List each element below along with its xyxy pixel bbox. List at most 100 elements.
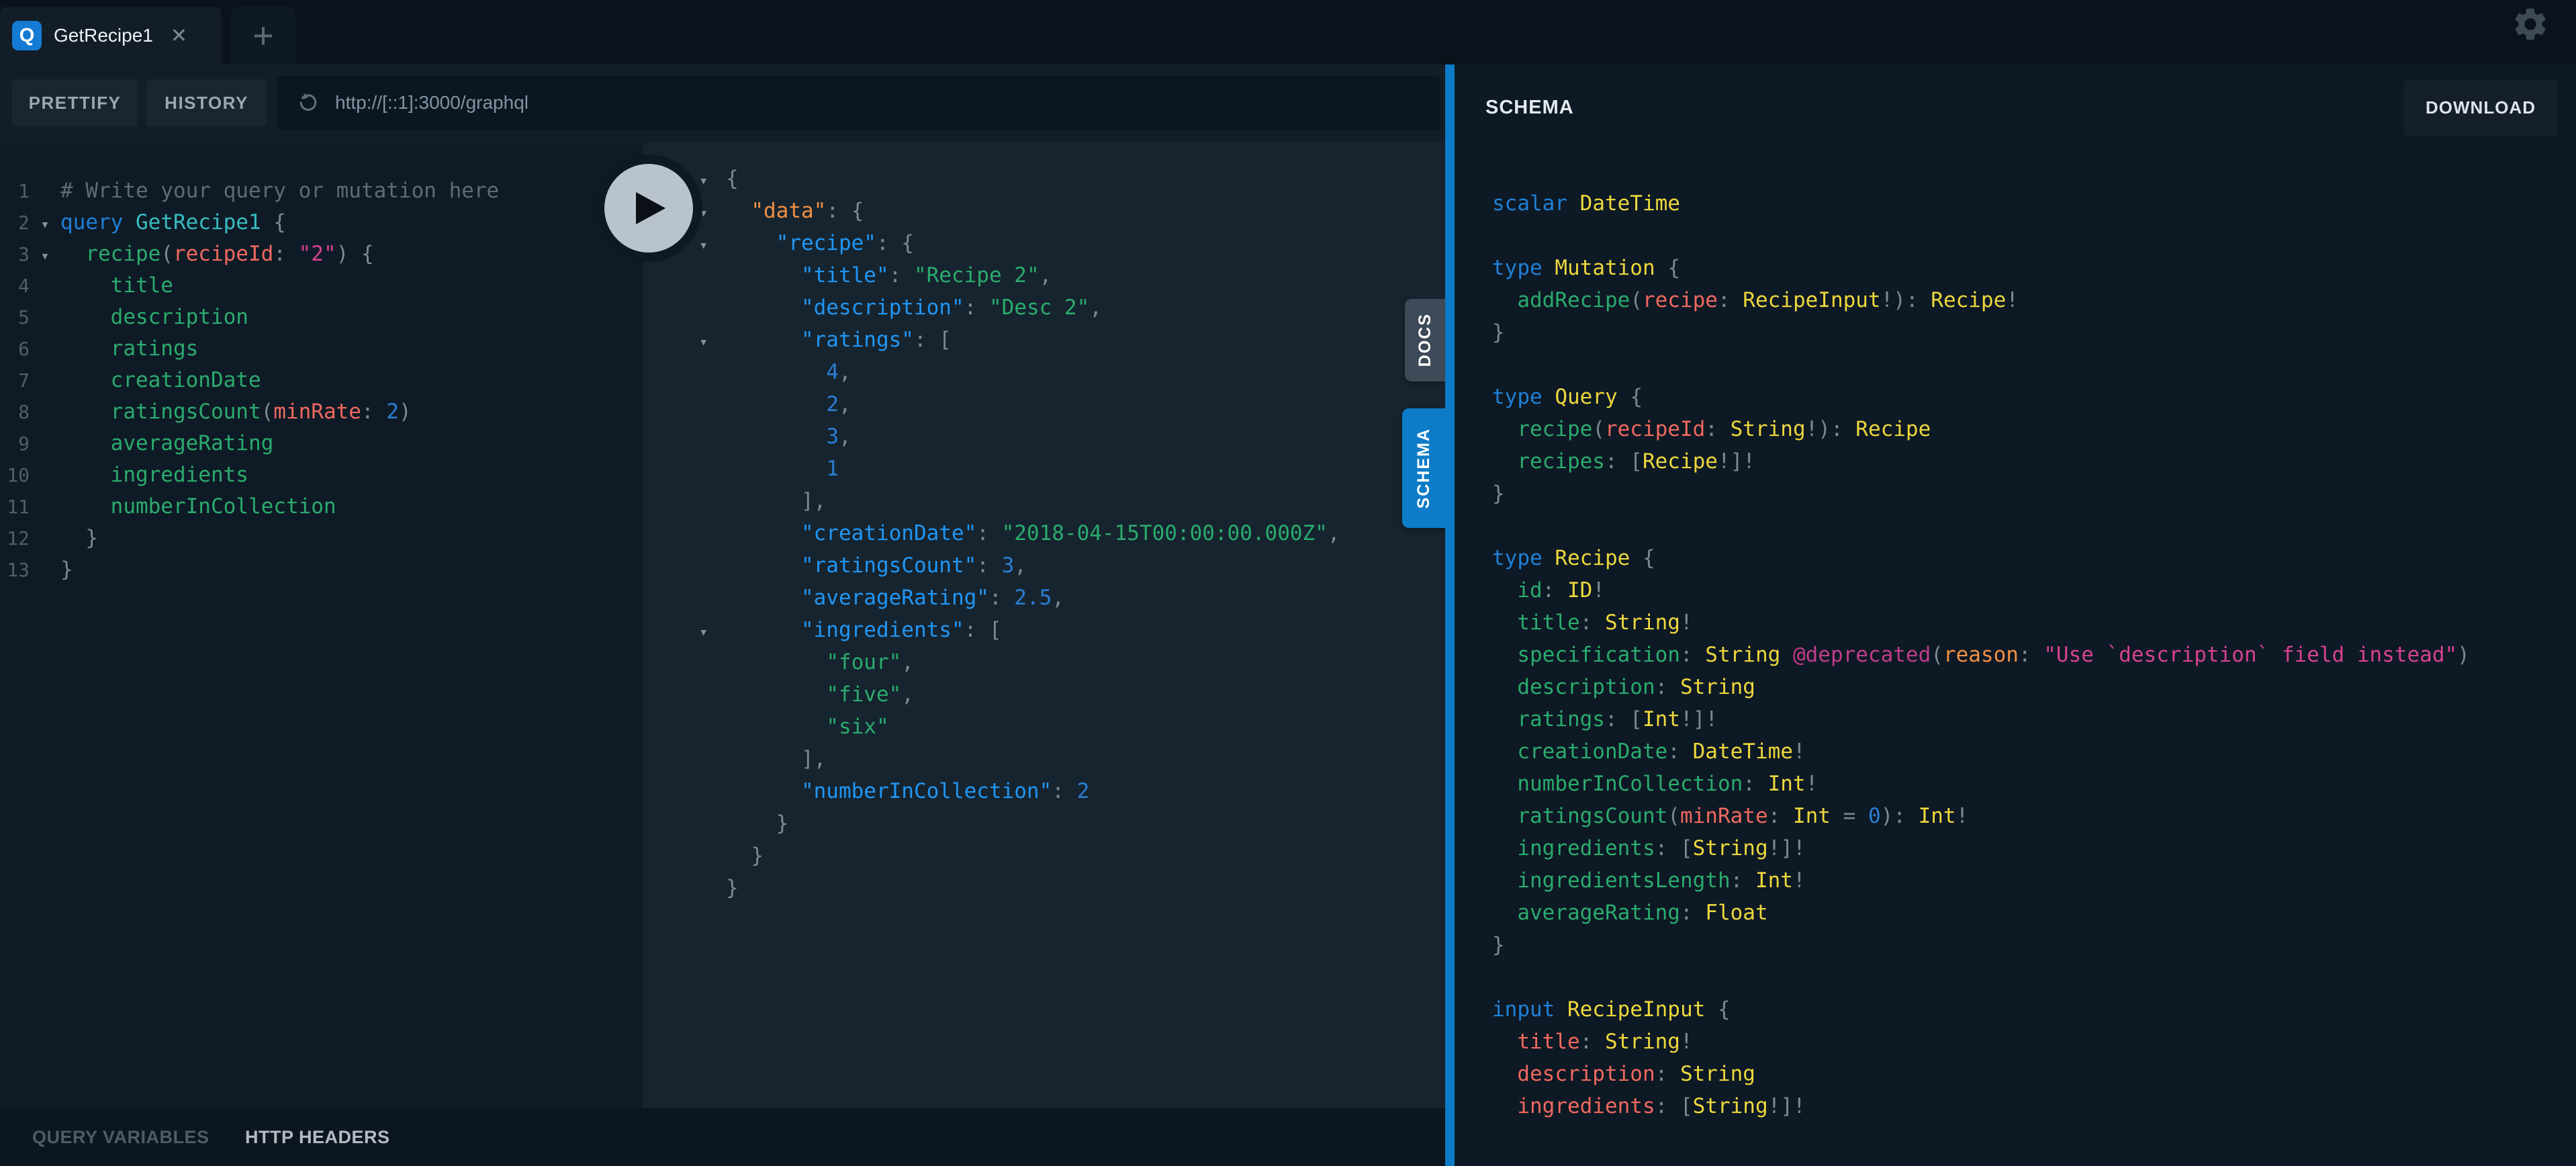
code-line: }: [643, 840, 1445, 872]
code-line: 5 description: [0, 302, 643, 333]
code-line: "title": "Recipe 2",: [643, 259, 1445, 292]
code-line: "six": [643, 711, 1445, 743]
code-line: scalar DateTime: [1492, 187, 2576, 220]
code-line: [1492, 961, 2576, 993]
code-line: type Mutation {: [1492, 252, 2576, 284]
tab-getrecipe1[interactable]: Q GetRecipe1 ✕: [0, 7, 222, 64]
code-line: }: [1492, 929, 2576, 961]
line-number: 12: [0, 523, 30, 554]
code-line: 1# Write your query or mutation here: [0, 175, 643, 207]
code-line: "creationDate": "2018-04-15T00:00:00.000…: [643, 517, 1445, 549]
code-line: "four",: [643, 646, 1445, 678]
line-number: 9: [0, 428, 30, 459]
http-headers-tab[interactable]: HTTP HEADERS: [245, 1108, 390, 1166]
code-line: description: String: [1492, 1058, 2576, 1090]
code-line: 9 averageRating: [0, 428, 643, 459]
response-pane: ▾{▾ "data": {▾ "recipe": { "title": "Rec…: [643, 142, 1445, 1108]
code-line: }: [1492, 316, 2576, 349]
schema-sdl-lines: scalar DateTime type Mutation { addRecipe…: [1455, 64, 2576, 1122]
code-line: 2,: [643, 388, 1445, 420]
code-line: creationDate: DateTime!: [1492, 735, 2576, 768]
docs-side-tab[interactable]: DOCS: [1405, 299, 1445, 382]
code-line: numberInCollection: Int!: [1492, 768, 2576, 800]
code-line: "numberInCollection": 2: [643, 775, 1445, 807]
history-button[interactable]: HISTORY: [146, 79, 267, 126]
endpoint-url: http://[::1]:3000/graphql: [335, 92, 528, 114]
code-line: addRecipe(recipe: RecipeInput!): Recipe!: [1492, 284, 2576, 316]
response-lines: ▾{▾ "data": {▾ "recipe": { "title": "Rec…: [643, 142, 1445, 904]
line-number: 5: [0, 302, 30, 333]
code-line: "description": "Desc 2",: [643, 292, 1445, 324]
fold-arrow-icon[interactable]: ▾: [30, 240, 60, 272]
fold-arrow-icon[interactable]: ▾: [699, 165, 726, 197]
fold-arrow-icon[interactable]: ▾: [699, 230, 726, 262]
code-line: 8 ratingsCount(minRate: 2): [0, 396, 643, 428]
schema-panel: SCHEMA DOWNLOAD scalar DateTimetype Muta…: [1455, 64, 2576, 1166]
line-number: 10: [0, 459, 30, 491]
code-line: }: [643, 807, 1445, 840]
line-number: 1: [0, 175, 30, 207]
bottom-bar: QUERY VARIABLES HTTP HEADERS: [0, 1108, 1445, 1166]
code-line: 10 ingredients: [0, 459, 643, 491]
code-line: recipes: [Recipe!]!: [1492, 445, 2576, 478]
code-line: 4,: [643, 356, 1445, 388]
schema-side-tab[interactable]: SCHEMA: [1402, 408, 1445, 528]
code-line: 4 title: [0, 270, 643, 302]
code-line: type Query {: [1492, 381, 2576, 413]
tab-bar: Q GetRecipe1 ✕ +: [0, 0, 2576, 64]
code-line: 13}: [0, 554, 643, 586]
code-line: ingredientsLength: Int!: [1492, 864, 2576, 897]
prettify-button[interactable]: PRETTIFY: [12, 79, 138, 126]
line-number: 6: [0, 333, 30, 365]
query-type-badge: Q: [12, 21, 42, 50]
line-number: 11: [0, 491, 30, 523]
fold-arrow-icon[interactable]: ▾: [30, 209, 60, 240]
line-number: 4: [0, 270, 30, 302]
code-line: [1492, 349, 2576, 381]
code-line: 1: [643, 453, 1445, 485]
gear-icon: [2511, 5, 2550, 44]
code-line: "five",: [643, 678, 1445, 711]
tab-title: GetRecipe1: [54, 25, 153, 46]
execute-button[interactable]: [595, 154, 702, 262]
docs-side-tab-label: DOCS: [1416, 313, 1435, 367]
toolbar: PRETTIFY HISTORY http://[::1]:3000/graph…: [0, 64, 1445, 142]
code-line: 6 ratings: [0, 333, 643, 365]
code-line: ▾{: [643, 163, 1445, 195]
code-line: "averageRating": 2.5,: [643, 582, 1445, 614]
code-line: title: String!: [1492, 1026, 2576, 1058]
line-number: 13: [0, 554, 30, 586]
query-variables-tab[interactable]: QUERY VARIABLES: [32, 1108, 210, 1166]
code-line: description: String: [1492, 671, 2576, 703]
fold-arrow-icon[interactable]: ▾: [699, 326, 726, 359]
endpoint-url-field[interactable]: http://[::1]:3000/graphql: [277, 76, 1440, 130]
code-line: "ratingsCount": 3,: [643, 549, 1445, 582]
line-number: 7: [0, 365, 30, 396]
code-line: ratings: [Int!]!: [1492, 703, 2576, 735]
close-tab-icon[interactable]: ✕: [171, 24, 187, 48]
settings-button[interactable]: [2509, 3, 2552, 46]
code-line: recipe(recipeId: String!): Recipe: [1492, 413, 2576, 445]
code-line: id: ID!: [1492, 574, 2576, 607]
code-line: 7 creationDate: [0, 365, 643, 396]
code-line: 3,: [643, 420, 1445, 453]
code-line: 2▾query GetRecipe1 {: [0, 207, 643, 238]
panel-divider[interactable]: [1445, 64, 1455, 1166]
query-editor-lines[interactable]: 1# Write your query or mutation here2▾qu…: [0, 142, 643, 586]
line-number: 2: [0, 207, 30, 238]
code-line: ▾ "recipe": {: [643, 227, 1445, 259]
code-line: ],: [643, 485, 1445, 517]
code-line: ],: [643, 743, 1445, 775]
query-editor-pane[interactable]: 1# Write your query or mutation here2▾qu…: [0, 142, 643, 1108]
new-tab-button[interactable]: +: [231, 7, 295, 64]
fold-arrow-icon[interactable]: ▾: [699, 617, 726, 649]
code-line: }: [643, 872, 1445, 904]
fold-arrow-icon[interactable]: ▾: [699, 197, 726, 230]
graphql-playground-window: Q GetRecipe1 ✕ + PRETTIFY HISTORY http:/…: [0, 0, 2576, 1166]
code-line: input RecipeInput {: [1492, 993, 2576, 1026]
reload-icon[interactable]: [296, 91, 320, 115]
code-line: ▾ "ingredients": [: [643, 614, 1445, 646]
code-line: }: [1492, 478, 2576, 510]
code-line: ratingsCount(minRate: Int = 0): Int!: [1492, 800, 2576, 832]
schema-side-tab-label: SCHEMA: [1414, 428, 1434, 508]
